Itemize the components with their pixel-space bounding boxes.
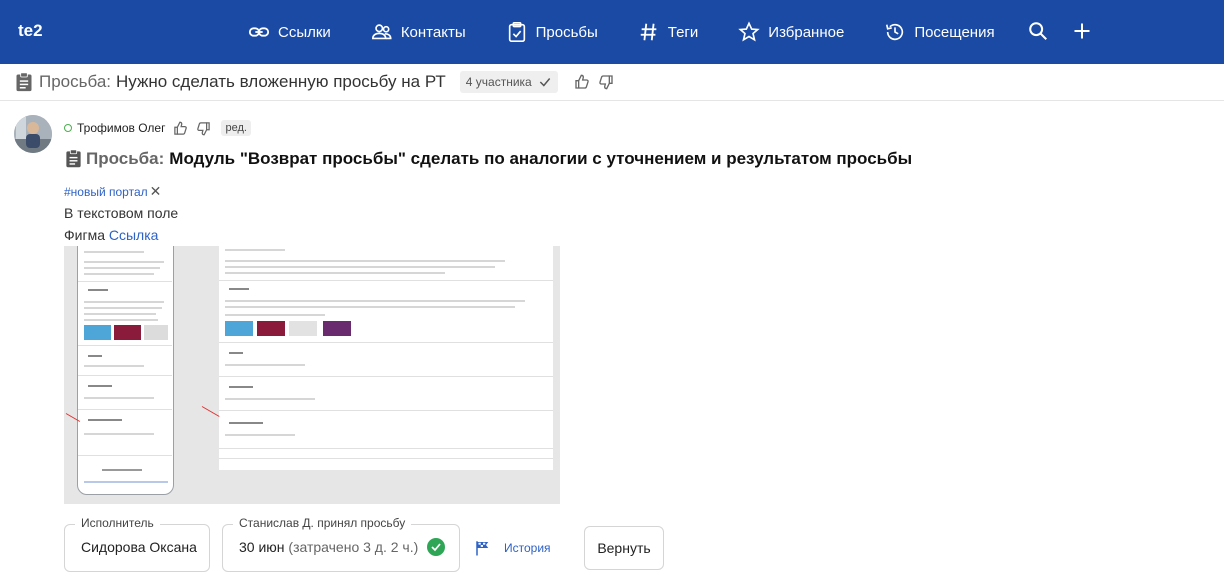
thread-title: Нужно сделать вложенную просьбу на РТ [116, 72, 446, 91]
nav-item-links[interactable]: Ссылки [248, 0, 331, 64]
thumb-down-button[interactable] [196, 121, 211, 136]
thumb-down-icon [197, 121, 211, 135]
check-icon [539, 78, 550, 87]
nav-item-visits[interactable]: Посещения [884, 0, 995, 64]
executor-value: Сидорова Оксана [81, 539, 197, 555]
people-icon [371, 24, 392, 40]
desktop-mockup [219, 246, 553, 470]
add-button[interactable] [1070, 18, 1094, 44]
search-icon [1029, 22, 1047, 40]
nav-item-label: Избранное [768, 23, 845, 41]
star-icon [738, 21, 761, 42]
return-button[interactable]: Вернуть [584, 526, 664, 570]
accepted-label: Станислав Д. принял просьбу [233, 516, 412, 530]
post-title: Модуль "Возврат просьбы" сделать по анал… [169, 148, 913, 168]
thumb-up-button[interactable] [173, 121, 188, 136]
post-body-line: Фигма Ссылка [64, 227, 158, 243]
nav-item-label: Просьбы [535, 23, 598, 41]
tag-row: #новый портал ✕ [64, 183, 161, 200]
clipboard-check-icon [508, 22, 525, 42]
thread-prefix: Просьба: [39, 72, 112, 91]
post-body-line: В текстовом поле [64, 205, 179, 221]
post-prefix: Просьба: [86, 148, 165, 168]
author-name[interactable]: Трофимов Олег [77, 121, 165, 135]
nav-item-favorites[interactable]: Избранное [738, 0, 844, 64]
participants-count: 4 участника [465, 75, 532, 89]
thumb-down-icon [598, 75, 613, 90]
thumb-up-button[interactable] [574, 74, 590, 90]
accepted-spent: (затрачено 3 д. 2 ч.) [288, 539, 419, 555]
accepted-field[interactable]: Станислав Д. принял просьбу 30 июн (затр… [222, 516, 460, 572]
executor-field[interactable]: Исполнитель Сидорова Оксана [64, 516, 210, 572]
check-circle-icon [427, 538, 445, 556]
edited-badge: ред. [221, 120, 251, 136]
author-row: Трофимов Олег ред. [64, 120, 251, 136]
flag-icon [476, 541, 489, 556]
top-navigation-bar: te2 Ссылки Контакты Просьбы Теги Избранн… [0, 0, 1224, 64]
history-label: История [504, 541, 551, 555]
annotation-arrow [201, 406, 220, 417]
phone-mockup [77, 246, 174, 495]
hash-icon [640, 23, 657, 41]
thread-reactions [574, 74, 622, 90]
figma-link[interactable]: Ссылка [109, 227, 159, 243]
executor-label: Исполнитель [75, 516, 160, 530]
post-body-text: Фигма [64, 227, 105, 243]
history-icon [886, 23, 904, 41]
nav-item-label: Посещения [914, 23, 995, 41]
nav-actions [1026, 18, 1114, 44]
nav-item-label: Теги [667, 23, 699, 41]
post: Трофимов Олег ред. Просьба: Модуль "Возв… [0, 101, 1224, 586]
online-status-icon [64, 124, 72, 132]
search-button[interactable] [1026, 18, 1050, 44]
nav-item-tags[interactable]: Теги [638, 0, 699, 64]
tag-link[interactable]: #новый портал [64, 185, 148, 199]
clipboard-icon [16, 72, 32, 92]
nav-item-contacts[interactable]: Контакты [371, 0, 466, 64]
main-nav: Ссылки Контакты Просьбы Теги Избранное П… [248, 0, 1035, 64]
app-brand[interactable]: te2 [18, 21, 43, 41]
nav-item-requests[interactable]: Просьбы [506, 0, 598, 64]
thumb-down-button[interactable] [598, 74, 614, 90]
clipboard-icon [66, 149, 81, 168]
thumb-up-icon [174, 121, 188, 135]
accepted-date: 30 июн [239, 539, 285, 555]
thumb-up-icon [575, 74, 589, 89]
tag-remove-icon[interactable]: ✕ [150, 183, 162, 200]
avatar[interactable] [14, 115, 52, 153]
link-icon [248, 27, 270, 37]
plus-icon [1074, 23, 1090, 39]
attachment-image[interactable] [64, 246, 560, 504]
participants-badge[interactable]: 4 участника [459, 71, 558, 93]
history-link[interactable]: История [474, 539, 551, 557]
thread-header: Просьба: Нужно сделать вложенную просьбу… [0, 64, 1224, 101]
accepted-value: 30 июн (затрачено 3 д. 2 ч.) [239, 539, 418, 555]
nav-item-label: Контакты [400, 23, 466, 41]
nav-item-label: Ссылки [278, 23, 331, 41]
post-title-row: Просьба: Модуль "Возврат просьбы" сделат… [64, 148, 912, 169]
